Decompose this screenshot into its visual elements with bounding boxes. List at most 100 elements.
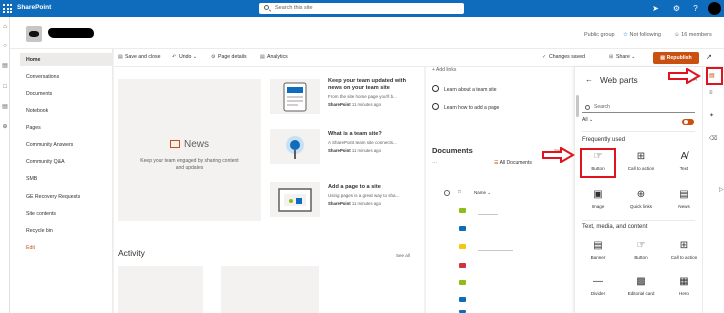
activity-card[interactable]: [118, 266, 203, 313]
chevron-down-icon[interactable]: ⌄: [631, 54, 635, 60]
news-icon: ▤: [679, 189, 689, 200]
quick-link-label: Learn about a team site: [444, 87, 497, 93]
globe-icon[interactable]: ○: [1, 42, 9, 50]
article-thumbnail[interactable]: [270, 182, 320, 217]
nav-item-community-qa[interactable]: Community Q&A: [26, 159, 65, 165]
folder-icon[interactable]: [459, 280, 466, 285]
web-part-image[interactable]: ▣ Image: [580, 185, 616, 213]
file-name-redacted[interactable]: [478, 214, 498, 215]
design-icon[interactable]: ✦: [709, 112, 714, 119]
nav-edit-link[interactable]: Edit: [26, 245, 35, 251]
web-part-divider[interactable]: — Divider: [580, 272, 616, 300]
quick-link[interactable]: Learn about a team site: [432, 85, 497, 93]
web-part-call-to-action[interactable]: ⊞ Call to action: [666, 236, 702, 264]
home-icon[interactable]: ⌂: [1, 23, 9, 31]
undo-button[interactable]: ↶ Undo ⌄: [172, 54, 197, 60]
web-part-button[interactable]: ☞ Button: [623, 236, 659, 264]
nav-item-pages[interactable]: Pages: [26, 125, 41, 131]
news-article[interactable]: Keep your team updated with news on your…: [328, 78, 416, 107]
delete-icon[interactable]: ⌫: [709, 135, 717, 142]
more-options-icon[interactable]: ···: [432, 160, 437, 166]
filter-dropdown[interactable]: All ⌄: [582, 117, 593, 123]
republish-button[interactable]: ▤ Republish: [653, 52, 699, 64]
waffle-icon[interactable]: [3, 4, 12, 13]
add-links-button[interactable]: + Add links: [432, 67, 456, 73]
quick-link-label: Learn how to add a page: [444, 105, 500, 111]
nav-item-community-answers[interactable]: Community Answers: [26, 142, 73, 148]
members-button[interactable]: ☺ 16 members: [674, 32, 712, 38]
chevron-down-icon[interactable]: ⌄: [193, 54, 197, 60]
megaphone-icon[interactable]: ➤: [650, 3, 661, 14]
section-icon[interactable]: ≡: [709, 90, 713, 96]
nav-item-recycle-bin[interactable]: Recycle bin: [26, 228, 53, 234]
toolbox-scrollbar[interactable]: [576, 95, 579, 117]
news-icon[interactable]: ▤: [1, 62, 9, 70]
back-arrow-icon[interactable]: ←: [585, 75, 593, 84]
folder-icon[interactable]: [459, 263, 466, 268]
nav-item-site-contents[interactable]: Site contents: [26, 211, 56, 217]
nav-item-documents[interactable]: Documents: [26, 91, 52, 97]
article-description: From the site home page you'll b...: [328, 94, 397, 99]
folder-icon[interactable]: [459, 226, 466, 231]
follow-button[interactable]: ☆ Not following: [623, 32, 661, 38]
web-part-text[interactable]: A̸ Text: [666, 147, 702, 175]
expand-panel-icon[interactable]: ▷: [719, 186, 724, 193]
web-part-banner[interactable]: ▤ Banner: [580, 236, 616, 264]
nav-item-conversations[interactable]: Conversations: [26, 74, 59, 80]
folder-icon[interactable]: [459, 297, 466, 302]
page-details-label: Page details: [218, 54, 247, 60]
nav-item-ge-recovery-requests[interactable]: GE Recovery Requests: [26, 194, 80, 200]
article-title[interactable]: What is a team site?: [328, 131, 416, 138]
add-icon[interactable]: ⊕: [1, 123, 9, 131]
news-webpart-placeholder[interactable]: News Keep your team engaged by sharing c…: [118, 79, 261, 221]
nav-item-notebook[interactable]: Notebook: [26, 108, 48, 114]
search-input[interactable]: Search this site: [259, 3, 464, 14]
web-part-editorial-card[interactable]: ▩ Editorial card: [623, 272, 659, 300]
nav-item-smb[interactable]: SMB: [26, 176, 37, 182]
documents-toolbar: ··· ☰ All Documents: [432, 160, 532, 166]
expand-icon[interactable]: ↗: [706, 53, 712, 61]
web-part-label: Divider: [590, 291, 606, 296]
help-icon[interactable]: ?: [690, 3, 701, 14]
web-parts-search-input[interactable]: Search: [582, 102, 695, 113]
folder-icon[interactable]: [459, 208, 466, 213]
article-title[interactable]: Keep your team updated with news on your…: [328, 78, 416, 92]
toolbox-icon[interactable]: ▤: [709, 72, 715, 79]
news-article[interactable]: What is a team site? A SharePoint team s…: [328, 131, 416, 153]
activity-see-all-link[interactable]: See all: [396, 253, 410, 258]
members-label: 16 members: [681, 32, 712, 38]
list-icon[interactable]: ▤: [1, 103, 9, 111]
site-title-redacted[interactable]: [48, 28, 94, 38]
avatar[interactable]: [708, 2, 721, 15]
activity-card[interactable]: [221, 266, 319, 313]
analytics-button[interactable]: ▤ Analytics: [260, 54, 288, 60]
article-time: 11 minutes ago: [351, 148, 381, 153]
article-thumbnail[interactable]: [270, 129, 320, 164]
article-meta: SharePoint 11 minutes ago: [328, 201, 416, 206]
name-column-header[interactable]: Name ⌄: [474, 190, 491, 196]
article-thumbnail[interactable]: [270, 79, 320, 114]
web-part-news[interactable]: ▤ News: [666, 185, 702, 213]
quick-link[interactable]: Learn how to add a page: [432, 103, 499, 111]
section-divider: [424, 67, 426, 313]
gear-icon[interactable]: ⚙: [671, 3, 682, 14]
search-icon: [585, 105, 590, 110]
web-part-hero[interactable]: ▦ Hero: [666, 272, 702, 300]
web-part-quick-links[interactable]: ⊕ Quick links: [623, 185, 659, 213]
share-button[interactable]: ⊞ Share ⌄: [609, 54, 636, 60]
web-part-call-to-action[interactable]: ⊞ Call to action: [623, 147, 659, 175]
undo-icon: ↶: [172, 54, 177, 60]
all-documents-view[interactable]: ☰ All Documents: [494, 160, 532, 166]
folder-icon[interactable]: [459, 244, 466, 249]
article-title[interactable]: Add a page to a site: [328, 184, 416, 191]
nav-item-home[interactable]: Home: [26, 57, 40, 63]
document-icon[interactable]: □: [1, 83, 9, 91]
site-logo[interactable]: [26, 26, 42, 42]
view-toggle[interactable]: [682, 119, 694, 125]
news-article[interactable]: Add a page to a site Using pages is a gr…: [328, 184, 416, 206]
app-name[interactable]: SharePoint: [17, 4, 51, 11]
save-and-close-button[interactable]: ▤ Save and close: [118, 54, 160, 60]
page-details-button[interactable]: ⚙ Page details: [211, 54, 247, 60]
file-name-redacted[interactable]: [478, 250, 513, 251]
select-all-checkbox[interactable]: [444, 190, 450, 196]
